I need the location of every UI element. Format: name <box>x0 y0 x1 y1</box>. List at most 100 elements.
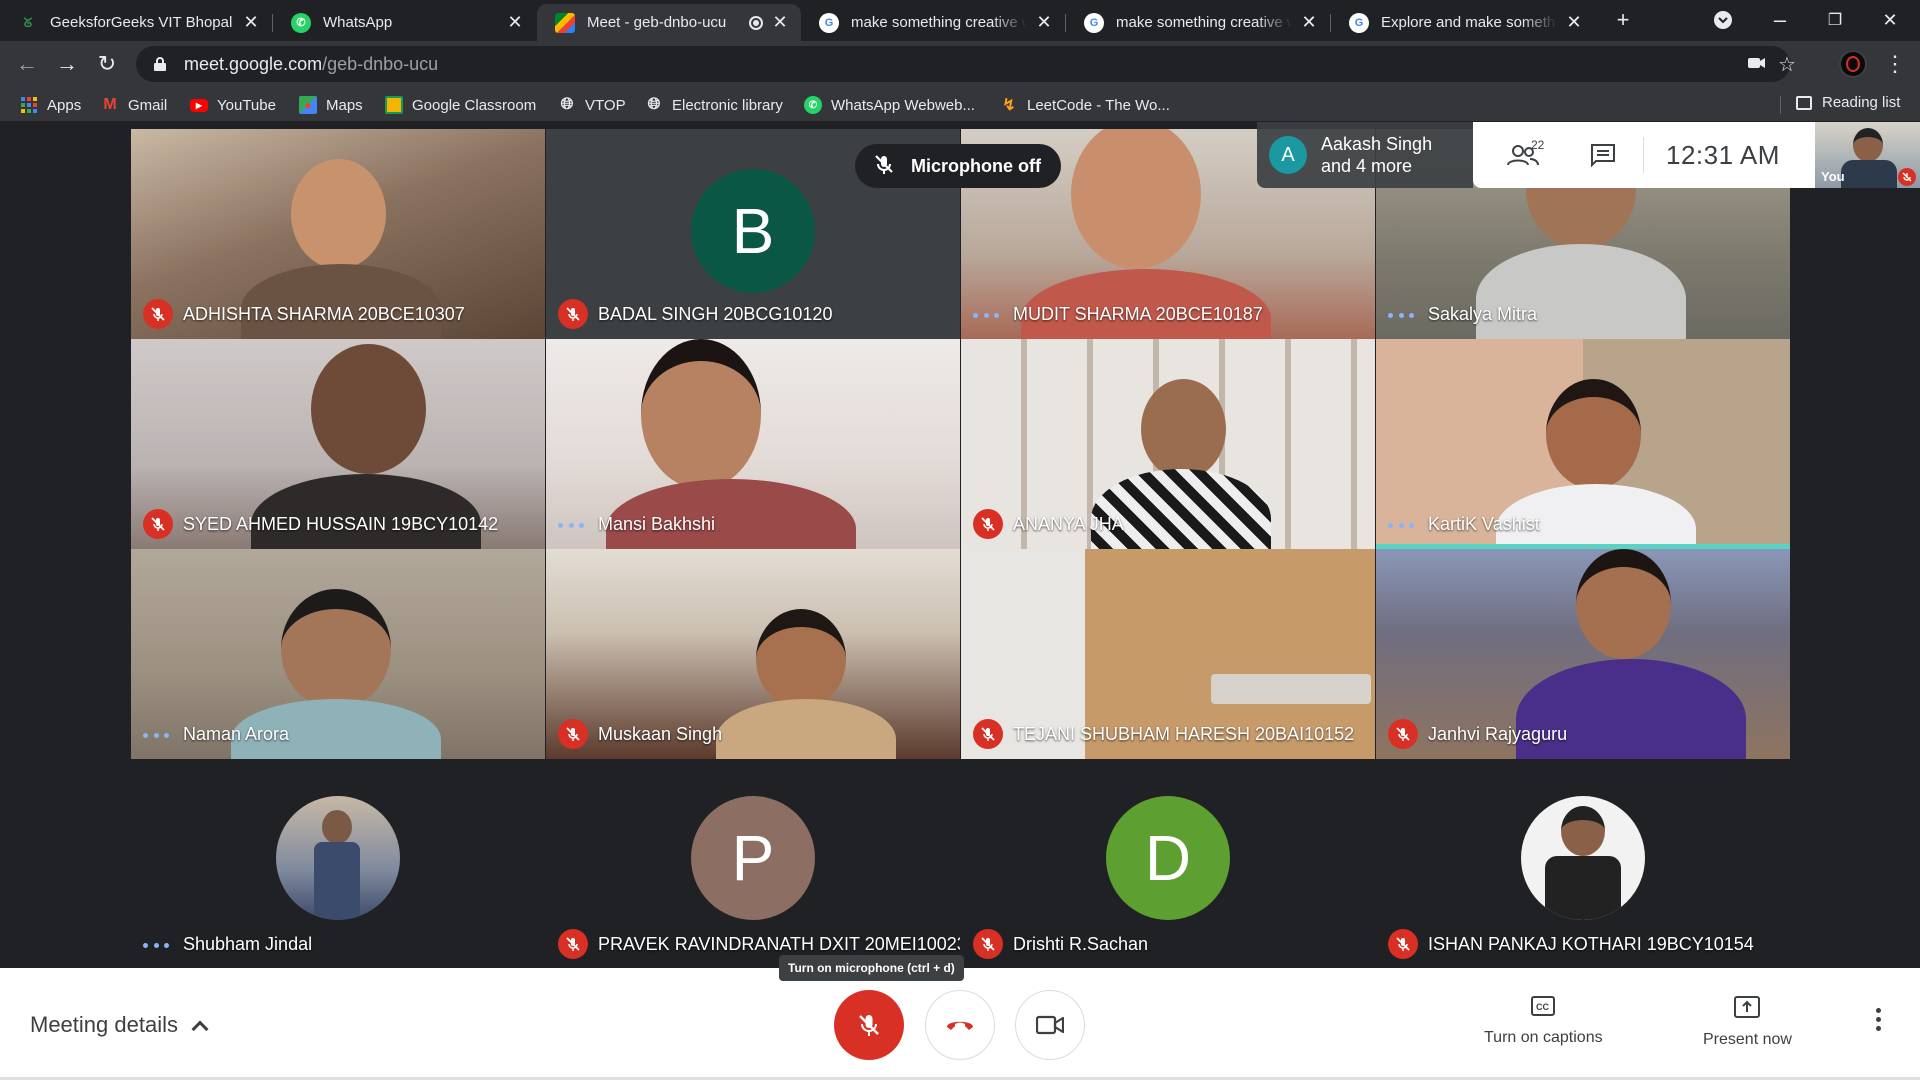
lock-icon <box>154 57 166 71</box>
meeting-info-panel: 22 12:31 AM <box>1473 122 1815 188</box>
camera-toggle-button[interactable] <box>1015 990 1085 1060</box>
participant-name: ISHAN PANKAJ KOTHARI 19BCY10154 <box>1428 934 1754 954</box>
bookmark-apps[interactable]: Apps <box>20 94 81 116</box>
participant-tile[interactable]: ISHAN PANKAJ KOTHARI 19BCY10154 <box>1376 759 1790 969</box>
participant-figure <box>1853 128 1883 162</box>
meeting-controls: Meeting details Turn on microphone (ctrl… <box>0 955 1920 1080</box>
close-icon[interactable]: ✕ <box>1565 12 1583 33</box>
tab-meet[interactable]: Meet - geb-dnbo-ucu ✕ <box>537 4 801 41</box>
tab-search-button[interactable] <box>1708 4 1738 36</box>
close-window-button[interactable]: ✕ <box>1870 4 1910 36</box>
participant-figure <box>1576 549 1671 659</box>
tab-geeksforgeeks[interactable]: ᘜ GeeksforGeeks VIT Bhopal ✕ <box>0 4 272 41</box>
forward-button[interactable]: → <box>50 47 84 81</box>
bookmark-maps[interactable]: ● Maps <box>299 94 363 116</box>
address-bar[interactable]: meet.google.com/geb-dnbo-ucu ☆ <box>136 46 1796 82</box>
bookmark-youtube[interactable]: ▶ YouTube <box>190 94 276 116</box>
self-view-tile[interactable]: You <box>1815 122 1920 188</box>
bookmark-leetcode[interactable]: ↯ LeetCode - The Wo... <box>1000 94 1170 116</box>
participant-tile[interactable]: KartiK Vashist <box>1376 339 1790 549</box>
maps-icon: ● <box>299 96 317 114</box>
participant-tile[interactable]: Mansi Bakhshi <box>546 339 960 549</box>
participant-tile[interactable]: ANANYA JHA <box>961 339 1375 549</box>
participant-name: ADHISHTA SHARMA 20BCE10307 <box>183 304 465 324</box>
participant-tile[interactable]: P PRAVEK RAVINDRANATH DXIT 20MEI10023 <box>546 759 960 969</box>
tab-title: Explore and make somethin <box>1381 14 1557 31</box>
participant-tile[interactable]: D Drishti R.Sachan <box>961 759 1375 969</box>
globe-icon: 🌐︎ <box>560 96 574 113</box>
participant-figure <box>1141 379 1226 479</box>
participant-name: Mansi Bakhshi <box>598 514 716 534</box>
chrome-menu-button[interactable]: ⋮ <box>1884 49 1906 79</box>
mic-off-icon <box>973 719 1003 749</box>
star-icon[interactable]: ☆ <box>1778 52 1796 77</box>
participant-figure <box>1841 160 1897 188</box>
tab-google-2[interactable]: G make something creative w ✕ <box>1066 4 1330 41</box>
minimize-button[interactable]: – <box>1760 4 1800 36</box>
meeting-details-button[interactable]: Meeting details <box>30 1012 209 1038</box>
bookmarks-bar: Apps M Gmail ▶ YouTube ● Maps Google Cla… <box>0 87 1920 122</box>
bookmark-electronic-library[interactable]: 🌐︎ Electronic library <box>645 94 783 116</box>
close-icon[interactable]: ✕ <box>242 12 260 33</box>
mic-off-icon <box>1898 168 1916 186</box>
arrow-right-icon: → <box>56 51 78 76</box>
participant-tile[interactable]: Shubham Jindal <box>131 759 545 969</box>
videocam-icon <box>1036 1015 1064 1035</box>
bookmark-label: Maps <box>326 96 363 114</box>
close-icon[interactable]: ✕ <box>1035 12 1053 33</box>
tab-whatsapp[interactable]: ✆ WhatsApp ✕ <box>273 4 536 41</box>
present-screen-icon <box>1734 996 1761 1023</box>
captions-button[interactable]: CC Turn on captions <box>1484 996 1603 1047</box>
bookmark-gmail[interactable]: M Gmail <box>101 94 167 116</box>
mic-off-icon <box>1388 929 1418 959</box>
bookmark-label: WhatsApp Webweb... <box>831 96 975 114</box>
chat-icon <box>1591 144 1615 167</box>
reload-button[interactable]: ↻ <box>90 47 124 81</box>
profile-avatar[interactable] <box>1839 50 1867 78</box>
closed-captions-icon: CC <box>1531 996 1556 1021</box>
bookmark-classroom[interactable]: Google Classroom <box>385 94 536 116</box>
participant-avatar: D <box>1106 796 1230 920</box>
hang-up-icon <box>947 1021 973 1030</box>
active-speakers-chip[interactable]: A Aakash Singh and 4 more <box>1257 122 1473 188</box>
participant-tile[interactable]: ADHISHTA SHARMA 20BCE10307 <box>131 129 545 339</box>
close-icon[interactable]: ✕ <box>1300 12 1318 33</box>
reading-list-button[interactable]: Reading list <box>1796 94 1900 111</box>
bookmark-label: YouTube <box>217 96 276 114</box>
bookmark-whatsapp-web[interactable]: ✆ WhatsApp Webweb... <box>804 94 975 116</box>
camera-blocked-icon[interactable] <box>1748 54 1766 75</box>
reading-list-icon <box>1796 95 1812 110</box>
close-icon[interactable]: ✕ <box>771 12 789 33</box>
bookmark-vtop[interactable]: 🌐︎ VTOP <box>558 94 626 116</box>
participant-tile[interactable]: Naman Arora <box>131 549 545 759</box>
participant-name: Naman Arora <box>183 724 290 744</box>
participant-tile[interactable]: TEJANI SHUBHAM HARESH 20BAI10152 <box>961 549 1375 759</box>
globe-icon: 🌐︎ <box>647 96 661 113</box>
participant-tile[interactable]: Janhvi Rajyaguru <box>1376 549 1790 759</box>
mic-off-icon <box>143 509 173 539</box>
back-button[interactable]: ← <box>10 47 44 81</box>
leave-call-button[interactable] <box>925 990 995 1060</box>
audio-activity-icon <box>143 730 169 740</box>
chat-button[interactable] <box>1563 122 1643 188</box>
recording-icon <box>749 15 763 30</box>
url-host: meet.google.com <box>184 53 323 74</box>
close-icon[interactable]: ✕ <box>506 12 524 33</box>
new-tab-button[interactable]: + <box>1608 4 1638 36</box>
restore-button[interactable]: ❐ <box>1815 4 1855 36</box>
audio-activity-icon <box>143 940 169 950</box>
more-options-button[interactable] <box>1876 1006 1881 1033</box>
tab-google-1[interactable]: G make something creative w ✕ <box>801 4 1065 41</box>
present-now-button[interactable]: Present now <box>1703 996 1792 1049</box>
participant-tile[interactable]: SYED AHMED HUSSAIN 19BCY10142 <box>131 339 545 549</box>
participant-name: ANANYA JHA <box>1013 514 1124 534</box>
participant-name: Drishti R.Sachan <box>1013 934 1149 954</box>
more-dot <box>1876 1026 1881 1031</box>
microphone-off-toast: Microphone off <box>855 144 1061 188</box>
participants-button[interactable]: 22 <box>1483 122 1563 188</box>
participant-figure <box>1546 379 1641 489</box>
reading-list-label: Reading list <box>1822 94 1901 111</box>
tab-google-3[interactable]: G Explore and make somethin ✕ <box>1331 4 1595 41</box>
microphone-toggle-button[interactable] <box>834 990 904 1060</box>
participant-tile[interactable]: Muskaan Singh <box>546 549 960 759</box>
